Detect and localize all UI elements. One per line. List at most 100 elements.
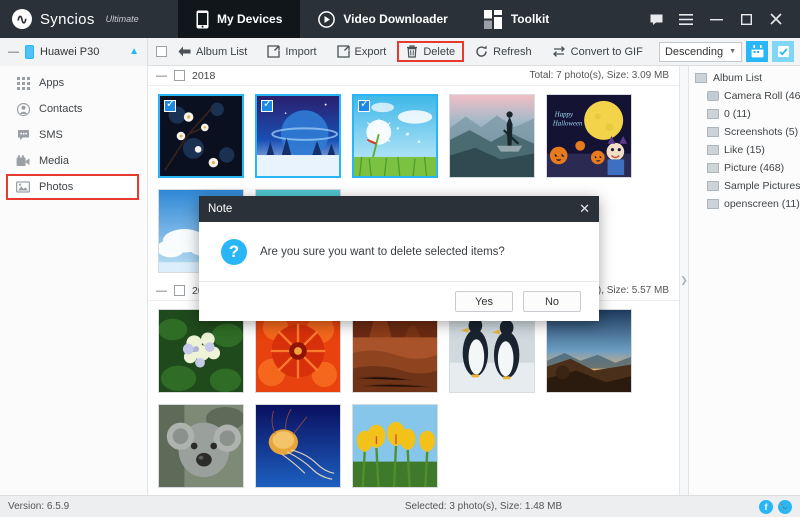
export-button[interactable]: Export [328,41,396,62]
tab-toolkit-label: Toolkit [510,12,550,26]
photos-icon [16,180,30,194]
photo-thumb-dandelion-sky[interactable] [352,94,438,178]
import-button[interactable]: Import [258,41,325,62]
syncios-window: ∿ Syncios Ultimate My Devices Video Down… [0,0,800,517]
album-list-label: Album List [196,45,248,58]
eject-icon[interactable]: ▲ [129,46,139,57]
apps-grid-icon [16,76,30,90]
group-collapse-icon[interactable]: — [156,70,167,82]
photo-thumb-sunset-cliff[interactable] [546,309,632,393]
album-item-label: Like (15) [724,144,765,156]
photo-thumb-tulips[interactable] [352,404,438,488]
chevron-right-icon: ❯ [680,275,688,285]
photo-image [256,405,340,487]
sidebar-item-apps[interactable]: Apps [0,70,147,96]
tab-my-devices[interactable]: My Devices [178,0,301,38]
calendar-view-button[interactable] [746,41,768,62]
facebook-icon[interactable]: f [759,499,773,514]
group-select-checkbox[interactable] [174,70,185,81]
group-total: Total: 7 photo(s), Size: 3.09 MB [529,70,669,81]
album-item-like[interactable]: Like (15) [689,141,800,159]
minimize-icon[interactable] [702,0,730,38]
photo-thumb-desert-butte[interactable] [352,309,438,393]
sidebar-item-sms[interactable]: SMS [0,122,147,148]
album-item-0[interactable]: 0 (11) [689,105,800,123]
photo-thumb-chrysanthemum[interactable] [255,309,341,393]
close-icon[interactable] [762,0,790,38]
device-selector[interactable]: — Huawei P30 ▲ [0,37,148,66]
photo-image [159,310,243,392]
group-select-checkbox[interactable] [174,285,185,296]
album-item-openscreen[interactable]: openscreen (11) [689,195,800,213]
album-item-screenshots[interactable]: Screenshots (5) [689,123,800,141]
convert-to-gif-button[interactable]: Convert to GIF [543,41,652,62]
tab-video-downloader[interactable]: Video Downloader [300,0,465,38]
album-list-button[interactable]: Album List [169,42,256,62]
thumb-grid-2017 [148,301,679,496]
photo-thumb-jellyfish[interactable] [255,404,341,488]
sidebar-item-contacts[interactable]: Contacts [0,96,147,122]
album-item-label: 0 (11) [724,108,751,120]
device-phone-icon [25,44,34,59]
album-item-picture[interactable]: Picture (468) [689,159,800,177]
title-bar: ∿ Syncios Ultimate My Devices Video Down… [0,0,800,38]
tab-video-downloader-label: Video Downloader [343,12,448,26]
feedback-icon[interactable] [642,0,670,38]
dialog-yes-button[interactable]: Yes [455,291,513,312]
dialog-no-button[interactable]: No [523,291,581,312]
photo-thumb-penguins[interactable] [449,309,535,393]
select-all-checkbox[interactable] [156,46,167,57]
photo-thumb-mountain-warrior[interactable] [449,94,535,178]
album-icon [707,127,719,137]
album-root[interactable]: Album List [689,69,800,87]
album-item-sample-pictures[interactable]: Sample Pictures (8) [689,177,800,195]
photo-thumb-winter-planet[interactable] [255,94,341,178]
dialog-close-icon[interactable]: ✕ [579,201,590,217]
window-controls [642,0,800,38]
sidebar-item-media[interactable]: Media [0,148,147,174]
delete-button[interactable]: Delete [397,41,465,62]
calendar-icon [751,45,763,58]
checklist-view-button[interactable] [772,41,794,62]
version-label: Version: 6.5.9 [8,501,70,512]
main-tabs: My Devices Video Downloader Toolkit [178,0,567,38]
brand-edition: Ultimate [105,14,139,24]
photo-thumb-koala[interactable] [158,404,244,488]
album-icon [707,109,719,119]
device-collapse-icon[interactable]: — [8,46,19,58]
dialog-message: Are you sure you want to delete selected… [260,245,505,258]
tab-toolkit[interactable]: Toolkit [466,0,567,38]
refresh-button[interactable]: Refresh [466,41,541,62]
sidebar-item-photos[interactable]: Photos [6,174,139,200]
photo-thumb-hydrangeas[interactable] [158,309,244,393]
photo-image: Happy Halloween [547,95,631,177]
photo-checkbox[interactable] [358,98,370,112]
social-links: f 🐦 [759,499,792,514]
photo-checkbox[interactable] [261,98,273,112]
panel-collapse-handle[interactable]: ❯ [679,66,688,495]
sort-order-dropdown[interactable]: Descending ▼ [658,41,742,62]
trash-icon [407,45,418,58]
app-brand: ∿ Syncios Ultimate [0,0,178,38]
question-icon: ? [221,238,247,265]
maximize-icon[interactable] [732,0,760,38]
photo-image [159,405,243,487]
group-collapse-icon[interactable]: — [156,285,167,297]
svg-text:Halloween: Halloween [552,120,583,127]
album-root-icon [695,73,707,83]
chevron-down-icon: ▼ [729,48,736,55]
photo-image [256,310,340,392]
menu-icon[interactable] [672,0,700,38]
convert-icon [552,46,565,57]
brand-name: Syncios [40,10,95,28]
album-root-label: Album List [713,72,763,84]
export-icon [336,45,350,58]
album-panel: Album List Camera Roll (464) 0 (11) Scre… [688,66,800,495]
twitter-icon[interactable]: 🐦 [778,499,792,514]
selection-summary: Selected: 3 photo(s), Size: 1.48 MB [404,501,563,512]
album-item-camera-roll[interactable]: Camera Roll (464) [689,87,800,105]
phone-icon [196,10,209,29]
photo-checkbox[interactable] [164,98,176,112]
photo-thumb-blossom-night[interactable] [158,94,244,178]
photo-thumb-halloween-moon[interactable]: Happy Halloween [546,94,632,178]
